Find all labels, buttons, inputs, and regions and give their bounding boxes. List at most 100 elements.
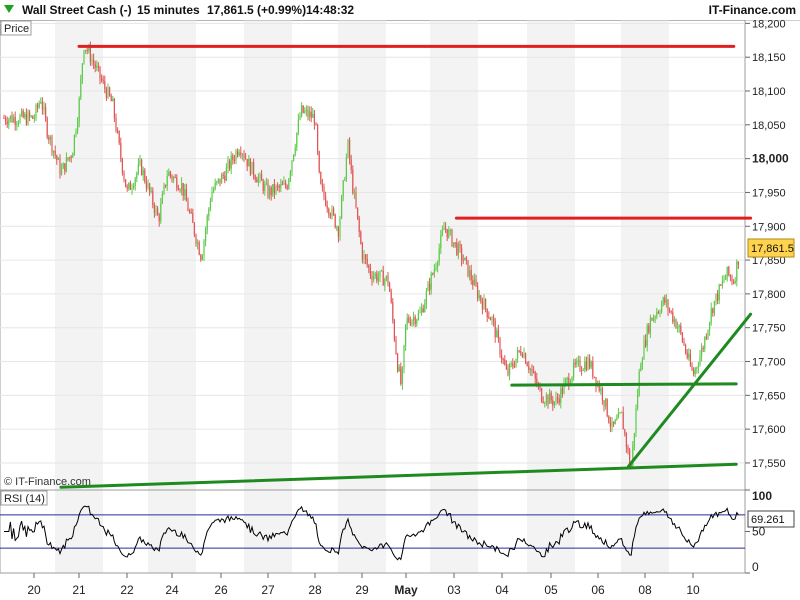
- candle-up: [147, 183, 149, 189]
- candle-up: [523, 353, 525, 358]
- chart-header: Wall Street Cash (-) 15 minutes 17,861.5…: [0, 0, 800, 21]
- candle-down: [541, 388, 543, 402]
- candle-up: [662, 297, 664, 305]
- candle-down: [670, 310, 672, 313]
- candle-up: [656, 312, 658, 317]
- candle-down: [302, 105, 304, 113]
- candle-up: [424, 303, 426, 312]
- candle-down: [157, 208, 159, 216]
- candle-down: [409, 321, 411, 325]
- candle-up: [163, 184, 165, 194]
- candle-down: [99, 66, 101, 79]
- candle-down: [177, 188, 179, 190]
- candle-up: [677, 326, 679, 329]
- candle-down: [520, 351, 522, 355]
- candle-up: [342, 180, 344, 197]
- candle-down: [731, 277, 733, 283]
- candle-down: [41, 101, 43, 110]
- trendline-support-horizontal[interactable]: [510, 382, 738, 387]
- candle-down: [683, 341, 685, 346]
- candle-down: [485, 299, 487, 309]
- candle-up: [665, 300, 667, 303]
- candle-down: [368, 265, 370, 268]
- candle-up: [509, 364, 511, 375]
- candle-down: [86, 49, 88, 51]
- candle-up: [646, 325, 648, 346]
- y-tick-label: 18,200: [752, 20, 786, 30]
- candle-down: [129, 182, 131, 190]
- candle-down: [728, 266, 730, 276]
- y-tick-label: 17,700: [752, 357, 786, 369]
- candle-up: [139, 159, 141, 164]
- candle-up: [515, 358, 517, 367]
- candle-down: [462, 260, 464, 262]
- candle-up: [214, 182, 216, 190]
- candle-up: [265, 183, 267, 185]
- candle-down: [317, 125, 319, 152]
- candle-down: [307, 109, 309, 117]
- candle-down: [504, 359, 506, 365]
- candle-up: [181, 182, 183, 191]
- candle-down: [408, 317, 410, 322]
- candle-up: [649, 317, 651, 333]
- x-tick-label: 20: [27, 583, 41, 597]
- candle-up: [296, 132, 298, 148]
- candle-up: [62, 163, 64, 169]
- timeframe-label[interactable]: 15 minutes: [137, 3, 200, 17]
- candle-up: [641, 359, 643, 366]
- candle-down: [37, 105, 39, 108]
- candle-down: [475, 279, 477, 286]
- candle-up: [238, 152, 240, 156]
- candle-down: [603, 400, 605, 407]
- y-tick-label: 17,600: [752, 424, 786, 436]
- candle-up: [264, 183, 266, 192]
- candle-down: [472, 280, 474, 286]
- instrument-name: Wall Street Cash (-): [22, 3, 132, 17]
- candle-up: [24, 113, 26, 118]
- candle-down: [680, 325, 682, 333]
- candle-up: [413, 317, 415, 321]
- candle-up: [616, 418, 618, 420]
- candle-up: [80, 78, 82, 99]
- candle-up: [16, 123, 18, 125]
- candle-down: [717, 293, 719, 301]
- candle-down: [390, 291, 392, 303]
- candle-up: [678, 325, 680, 327]
- candle-down: [254, 175, 256, 180]
- price-panel-label: Price: [4, 23, 29, 35]
- x-tick-label: 21: [72, 583, 86, 597]
- candle-up: [545, 395, 547, 403]
- y-tick-label: 17,650: [752, 390, 786, 402]
- candle-up: [587, 357, 589, 370]
- candle-up: [403, 345, 405, 369]
- candle-up: [560, 388, 562, 403]
- candle-up: [291, 160, 293, 172]
- candle-down: [624, 429, 626, 434]
- candle-up: [96, 65, 98, 68]
- candle-down: [310, 111, 312, 118]
- candle-down: [685, 345, 687, 353]
- candle-down: [144, 170, 146, 182]
- candle-up: [336, 227, 338, 229]
- candle-down: [357, 207, 359, 218]
- y-tick-label: 17,950: [752, 187, 786, 199]
- candle-up: [38, 103, 40, 108]
- candle-up: [19, 115, 21, 123]
- candle-up: [275, 185, 277, 193]
- x-tick-label: 03: [447, 583, 461, 597]
- candle-up: [272, 184, 274, 196]
- candle-down: [501, 354, 503, 360]
- candle-down: [622, 412, 624, 430]
- candle-up: [701, 347, 703, 357]
- candle-down: [224, 175, 226, 181]
- candle-down: [371, 275, 373, 281]
- candle-down: [323, 186, 325, 197]
- candle-up: [73, 134, 75, 154]
- candle-up: [75, 131, 77, 135]
- candle-down: [366, 258, 368, 266]
- candle-down: [502, 359, 504, 361]
- candle-up: [707, 330, 709, 339]
- candle-up: [57, 158, 59, 160]
- chart-area[interactable]: Price © IT-Finance.com 18,200 18,150 18,10…: [0, 20, 800, 600]
- candle-up: [635, 408, 637, 433]
